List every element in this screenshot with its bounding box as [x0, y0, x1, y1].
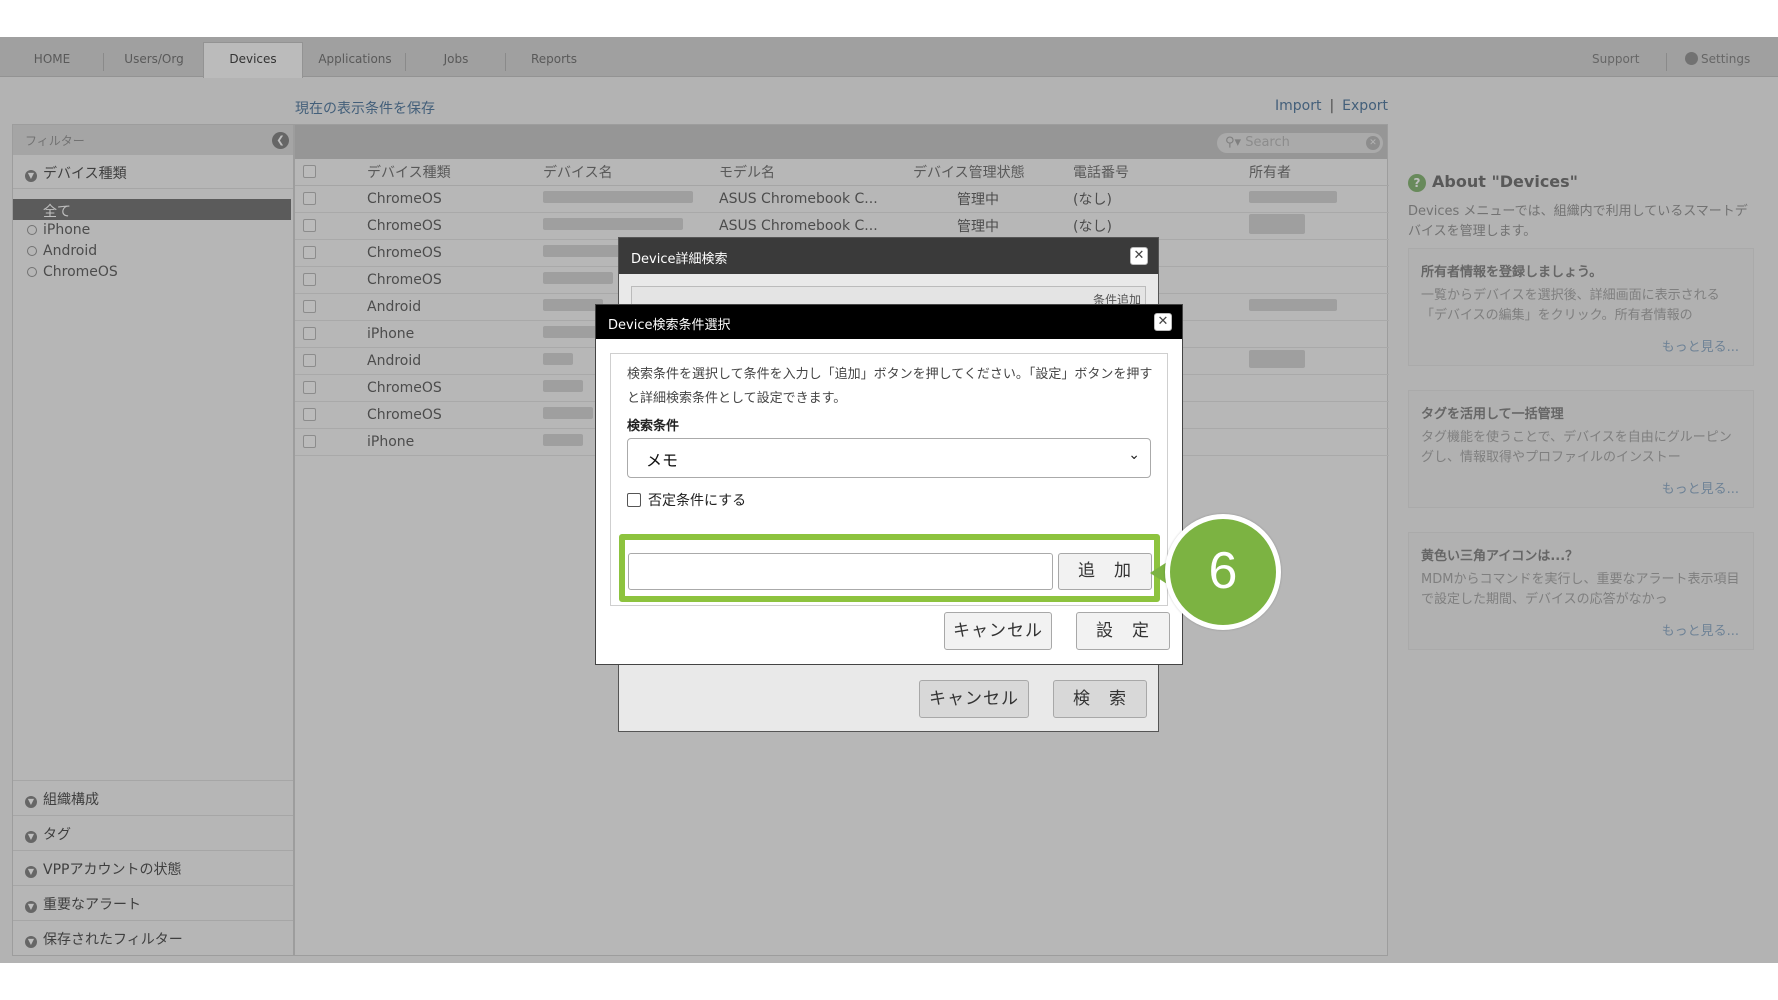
negate-checkbox[interactable]: 否定条件にする	[627, 490, 746, 510]
cancel-button[interactable]: キャンセル	[919, 680, 1029, 718]
checkbox[interactable]	[627, 493, 641, 507]
dialog-header: Device詳細検索 ✕	[619, 238, 1158, 274]
set-button[interactable]: 設 定	[1076, 612, 1170, 650]
cancel-button[interactable]: キャンセル	[944, 612, 1052, 650]
dialog-title: Device検索条件選択	[608, 318, 731, 333]
instruction-text: 検索条件を選択して条件を入力し「追加」ボタンを押してください。「設定」ボタンを押…	[627, 367, 1153, 406]
dialog-title: Device詳細検索	[631, 252, 728, 267]
chevron-down-icon: ⌄	[1128, 447, 1140, 463]
condition-label: 検索条件	[627, 419, 680, 434]
condition-value: メモ	[646, 451, 679, 470]
close-icon[interactable]: ✕	[1130, 247, 1148, 265]
condition-select[interactable]: メモ ⌄	[627, 438, 1151, 478]
condition-select-dialog: Device検索条件選択 ✕ 検索条件を選択して条件を入力し「追加」ボタンを押し…	[595, 304, 1183, 665]
step-badge: 6	[1165, 514, 1281, 630]
add-button[interactable]: 追 加	[1058, 553, 1152, 590]
search-button[interactable]: 検 索	[1053, 680, 1147, 718]
negate-label: 否定条件にする	[648, 493, 747, 509]
dialog-header: Device検索条件選択 ✕	[596, 305, 1182, 339]
condition-value-input[interactable]	[628, 553, 1053, 590]
close-icon[interactable]: ✕	[1154, 313, 1172, 331]
